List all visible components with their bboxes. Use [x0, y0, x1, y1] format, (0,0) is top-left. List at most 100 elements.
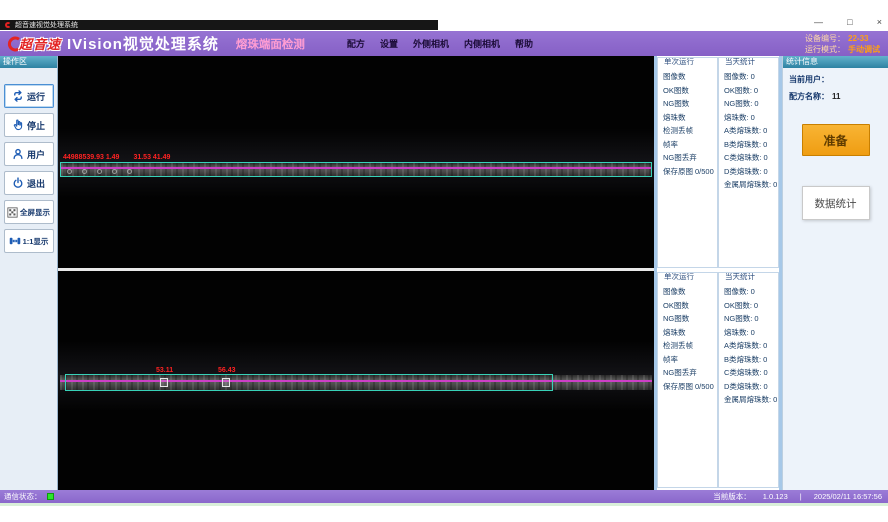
info-panel-title: 统计信息: [783, 56, 888, 68]
page-title: IVision视觉处理系统: [67, 33, 219, 54]
exit-button[interactable]: 退出: [4, 171, 54, 195]
stat-row: D类熔珠数:0: [719, 380, 778, 394]
stat-value: 0: [764, 153, 768, 162]
one-to-one-button[interactable]: 1:1显示: [4, 229, 54, 253]
stat-value: 0: [763, 126, 767, 135]
stat-row: C类熔珠数:0: [719, 151, 778, 165]
stat-label: 检测丢帧: [663, 126, 693, 135]
run-mode-value: 手动调试: [848, 45, 880, 54]
stat-label: A类熔珠数:: [724, 341, 761, 350]
comm-status-label: 通信状态：: [4, 491, 42, 502]
stat-value: 0: [754, 314, 758, 323]
one-to-one-button-label: 1:1显示: [23, 236, 49, 247]
stat-value: 0: [764, 382, 768, 391]
status-bar: 通信状态： 当前版本： 1.0.123 | 2025/02/11 16:57:5…: [0, 490, 888, 503]
fullscreen-button[interactable]: 全屏显示: [4, 200, 54, 224]
bead-texture-dot: [82, 169, 87, 174]
window-controls: — □ ×: [812, 16, 884, 29]
ready-button[interactable]: 准备: [802, 124, 870, 156]
data-statistics-button[interactable]: 数据统计: [802, 186, 870, 220]
menu-bar: 配方 设置 外侧相机 内侧相机 帮助: [347, 37, 533, 50]
bead-texture-dot: [112, 169, 117, 174]
app-header: 超音速 IVision视觉处理系统 熔珠端面检测 配方 设置 外侧相机 内侧相机…: [0, 31, 888, 56]
stat-row: C类熔珠数:0: [719, 366, 778, 380]
menu-item-settings[interactable]: 设置: [380, 37, 398, 50]
stat-label: NG图数: [663, 314, 689, 323]
statistics-info-panel: 统计信息 当前用户： 配方名称：11 准备 数据统计: [782, 56, 888, 490]
user-button[interactable]: 用户: [4, 142, 54, 166]
weld-bead-image: 53.11 56.43: [60, 375, 652, 390]
current-user-line: 当前用户：: [789, 74, 888, 85]
stats-panel-outer: 单次运行 图像数 OK图数 NG图数 熔珠数 检测丢帧 帧率 NG图丢弃 保存原…: [657, 57, 779, 268]
stat-value: 0: [773, 180, 777, 189]
stat-row: NG图数:0: [719, 97, 778, 111]
stat-value: 0: [763, 341, 767, 350]
version-value: 1.0.123: [763, 492, 788, 501]
menu-item-outer-camera[interactable]: 外侧相机: [413, 37, 449, 50]
detection-region-overlay: [65, 374, 553, 391]
stat-value: 0: [754, 86, 758, 95]
today-stats-group: 当天统计 图像数:0 OK图数:0 NG图数:0 熔珠数:0 A类熔珠数:0 B…: [718, 57, 779, 268]
header-device-info: 设备编号：22-33 运行模式：手动调试: [805, 33, 880, 55]
annotation-value: 31.53 41.49: [133, 154, 170, 161]
annotation-value: 44988539.93 1.49: [63, 154, 119, 161]
sidebar-title: 操作区: [0, 56, 57, 68]
camera-view-outer: 44988539.93 1.49 31.53 41.49: [58, 56, 654, 268]
defect-box-overlay: [222, 378, 230, 387]
stat-label: 图像数:: [724, 287, 749, 296]
bead-texture-dot: [127, 169, 132, 174]
stat-row: 金属屑熔珠数:0: [719, 178, 778, 192]
stat-row: 图像数: [658, 70, 717, 84]
today-stats-group: 当天统计 图像数:0 OK图数:0 NG图数:0 熔珠数:0 A类熔珠数:0 B…: [718, 272, 779, 488]
stat-label: OK图数: [663, 86, 689, 95]
logo-text: 超音速: [19, 34, 61, 53]
stat-value: 0: [764, 167, 768, 176]
stat-value: 0: [751, 113, 755, 122]
stat-label: OK图数:: [724, 301, 752, 310]
stat-row: D类熔珠数:0: [719, 165, 778, 179]
menu-item-recipe[interactable]: 配方: [347, 37, 365, 50]
close-button[interactable]: ×: [875, 16, 884, 29]
device-number-value: 22-33: [848, 34, 868, 43]
recipe-name-line: 配方名称：11: [789, 91, 888, 102]
version-datetime: 当前版本： 1.0.123 | 2025/02/11 16:57:56: [713, 491, 882, 502]
window-title: 超音速视觉处理系统: [15, 20, 78, 30]
run-mode-line: 运行模式：手动调试: [805, 44, 880, 55]
maximize-button[interactable]: □: [845, 16, 854, 29]
stat-row: NG图数: [658, 312, 717, 326]
stats-panel-inner: 单次运行 图像数 OK图数 NG图数 熔珠数 检测丢帧 帧率 NG图丢弃 保存原…: [657, 272, 779, 488]
stat-label: A类熔珠数:: [724, 126, 761, 135]
menu-item-inner-camera[interactable]: 内侧相机: [464, 37, 500, 50]
stat-row: OK图数: [658, 299, 717, 313]
stop-button[interactable]: 停止: [4, 113, 54, 137]
fullscreen-button-label: 全屏显示: [20, 207, 50, 218]
user-button-label: 用户: [27, 148, 45, 161]
one-to-one-icon: [9, 235, 21, 247]
stat-row: 图像数:0: [719, 285, 778, 299]
stat-label: 保存原图: [663, 382, 693, 391]
run-button[interactable]: 运行: [4, 84, 54, 108]
stat-label: 金属屑熔珠数:: [724, 395, 771, 404]
stat-row: OK图数:0: [719, 84, 778, 98]
single-run-group: 单次运行 图像数 OK图数 NG图数 熔珠数 检测丢帧 帧率 NG图丢弃 保存原…: [657, 272, 718, 488]
exit-button-label: 退出: [27, 177, 45, 190]
app-subtitle: 熔珠端面检测: [236, 36, 305, 52]
recipe-name-value: 11: [832, 92, 840, 101]
recipe-name-label: 配方名称：: [789, 92, 829, 101]
stat-label: NG图丢弃: [663, 153, 697, 162]
menu-item-help[interactable]: 帮助: [515, 37, 533, 50]
stat-value: 0: [751, 287, 755, 296]
group-title: 单次运行: [662, 57, 696, 66]
stat-value: 0: [763, 355, 767, 364]
app-icon: [5, 22, 11, 28]
stat-label: NG图数:: [724, 99, 752, 108]
minimize-button[interactable]: —: [812, 16, 825, 29]
stat-row: 图像数:0: [719, 70, 778, 84]
stat-row: A类熔珠数:0: [719, 339, 778, 353]
camera-view-inner: 53.11 56.43: [58, 271, 654, 490]
stat-row: 图像数: [658, 285, 717, 299]
user-icon: [12, 148, 24, 160]
stat-label: C类熔珠数:: [724, 153, 762, 162]
stat-label: 帧率: [663, 140, 678, 149]
stat-row: 熔珠数:0: [719, 326, 778, 340]
